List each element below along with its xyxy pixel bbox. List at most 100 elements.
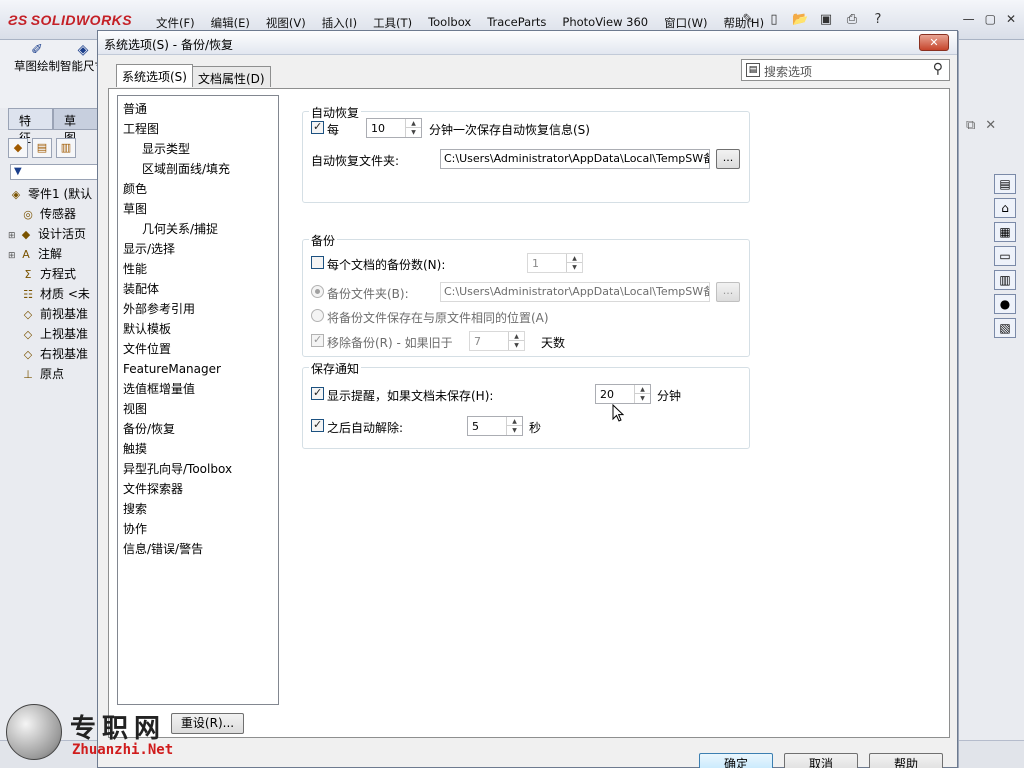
tree-item-equations[interactable]: Σ 方程式	[8, 264, 98, 284]
new-document-icon[interactable]: ▯	[766, 12, 782, 28]
down-icon[interactable]: ▼	[635, 394, 650, 403]
file-explorer-icon[interactable]: ▭	[994, 246, 1016, 266]
save-icon[interactable]: ▣	[818, 12, 834, 28]
search-icon[interactable]: ⚲	[933, 61, 943, 77]
view-palette-icon[interactable]: ▥	[994, 270, 1016, 290]
option-item[interactable]: 选值框增量值	[118, 379, 278, 399]
cancel-button[interactable]: 取消	[784, 753, 858, 768]
close-button[interactable]: ✕	[919, 34, 949, 51]
tree-item-design-binder[interactable]: ⊞ ◆ 设计活页	[8, 224, 98, 244]
stepper-arrows[interactable]: ▲ ▼	[405, 119, 421, 137]
tree-item-part[interactable]: ◈ 零件1 (默认	[8, 184, 98, 204]
tab-sketch[interactable]: 草图	[53, 108, 98, 145]
menu-edit[interactable]: 编辑(E)	[203, 15, 258, 31]
option-item[interactable]: 几何关系/捕捉	[118, 219, 278, 239]
backup-folder-field[interactable]: C:\Users\Administrator\AppData\Local\Tem…	[440, 282, 710, 302]
option-item[interactable]: 视图	[118, 399, 278, 419]
save-reminder-minutes-stepper[interactable]: 20 ▲ ▼	[595, 384, 651, 404]
option-item[interactable]: 搜索	[118, 499, 278, 519]
up-icon[interactable]: ▲	[567, 254, 582, 263]
menu-window[interactable]: 窗口(W)	[656, 15, 715, 31]
tree-item-right-plane[interactable]: ◇ 右视基准	[8, 344, 98, 364]
appearances-icon[interactable]: ●	[994, 294, 1016, 314]
menu-toolbox[interactable]: Toolbox	[420, 15, 479, 31]
tree-item-annotations[interactable]: ⊞ A 注解	[8, 244, 98, 264]
backup-same-location-radio[interactable]	[311, 309, 324, 322]
option-item[interactable]: 文件探索器	[118, 479, 278, 499]
sketch-button[interactable]: ✐ 草图绘制	[14, 42, 60, 73]
help-icon[interactable]: ?	[870, 12, 886, 28]
pin-icon[interactable]: ✎	[740, 12, 756, 28]
configurationmanager-icon[interactable]: ▥	[56, 138, 76, 158]
search-input[interactable]: ▤ 搜索选项 ⚲	[741, 59, 950, 81]
option-item[interactable]: 默认模板	[118, 319, 278, 339]
stepper-arrows[interactable]: ▲ ▼	[508, 332, 524, 350]
tab-features[interactable]: 特征	[8, 108, 53, 145]
autorecover-checkbox[interactable]	[311, 120, 324, 134]
up-icon[interactable]: ▲	[509, 332, 524, 341]
close-icon[interactable]: ✕	[1006, 12, 1016, 26]
tree-item-origin[interactable]: ⊥ 原点	[8, 364, 98, 384]
option-item[interactable]: 工程图	[118, 119, 278, 139]
backup-browse-button[interactable]: ...	[716, 282, 740, 302]
option-item[interactable]: 显示/选择	[118, 239, 278, 259]
save-reminder-checkbox[interactable]	[311, 386, 324, 400]
down-icon[interactable]: ▼	[507, 426, 522, 435]
autorecover-minutes-stepper[interactable]: 10 ▲ ▼	[366, 118, 422, 138]
autorecover-folder-field[interactable]: C:\Users\Administrator\AppData\Local\Tem…	[440, 149, 710, 169]
option-item[interactable]: 异型孔向导/Toolbox	[118, 459, 278, 479]
autorecover-browse-button[interactable]: ...	[716, 149, 740, 169]
close-icon[interactable]: ✕	[985, 118, 996, 133]
backup-copies-stepper[interactable]: 1 ▲ ▼	[527, 253, 583, 273]
auto-dismiss-checkbox[interactable]	[311, 418, 324, 432]
option-item[interactable]: 草图	[118, 199, 278, 219]
tree-item-sensor[interactable]: ◎ 传感器	[8, 204, 98, 224]
up-icon[interactable]: ▲	[507, 417, 522, 426]
menu-view[interactable]: 视图(V)	[258, 15, 314, 31]
down-icon[interactable]: ▼	[567, 263, 582, 272]
option-item[interactable]: 信息/错误/警告	[118, 539, 278, 559]
option-item[interactable]: 协作	[118, 519, 278, 539]
option-item[interactable]: 装配体	[118, 279, 278, 299]
menu-insert[interactable]: 插入(I)	[314, 15, 365, 31]
option-item[interactable]: 性能	[118, 259, 278, 279]
up-icon[interactable]: ▲	[635, 385, 650, 394]
backup-folder-radio[interactable]	[311, 285, 324, 298]
solidworks-resources-icon[interactable]: ▤	[994, 174, 1016, 194]
option-item[interactable]: FeatureManager	[118, 359, 278, 379]
option-item[interactable]: 区域剖面线/填充	[118, 159, 278, 179]
down-icon[interactable]: ▼	[406, 128, 421, 137]
restore-icon[interactable]: ⧉	[966, 118, 975, 133]
option-item[interactable]: 外部参考引用	[118, 299, 278, 319]
design-library-icon[interactable]: ▦	[994, 222, 1016, 242]
minimize-icon[interactable]: —	[963, 12, 975, 26]
featuremanager-icon[interactable]: ◆	[8, 138, 28, 158]
menu-tools[interactable]: 工具(T)	[365, 15, 420, 31]
option-item[interactable]: 触摸	[118, 439, 278, 459]
menu-photoview[interactable]: PhotoView 360	[554, 15, 656, 31]
tab-system-options[interactable]: 系统选项(S)	[116, 64, 193, 87]
up-icon[interactable]: ▲	[406, 119, 421, 128]
auto-dismiss-seconds-stepper[interactable]: 5 ▲ ▼	[467, 416, 523, 436]
option-item[interactable]: 备份/恢复	[118, 419, 278, 439]
restore-icon[interactable]: ▢	[985, 12, 996, 26]
custom-properties-icon[interactable]: ▧	[994, 318, 1016, 338]
stepper-arrows[interactable]: ▲ ▼	[634, 385, 650, 403]
tree-item-front-plane[interactable]: ◇ 前视基准	[8, 304, 98, 324]
tree-item-material[interactable]: ☷ 材质 <未	[8, 284, 98, 304]
open-folder-icon[interactable]: 📂	[792, 12, 808, 28]
down-icon[interactable]: ▼	[509, 341, 524, 350]
propertymanager-icon[interactable]: ▤	[32, 138, 52, 158]
option-item[interactable]: 文件位置	[118, 339, 278, 359]
stepper-arrows[interactable]: ▲ ▼	[506, 417, 522, 435]
menu-traceparts[interactable]: TraceParts	[479, 15, 554, 31]
ok-button[interactable]: 确定	[699, 753, 773, 768]
option-item[interactable]: 颜色	[118, 179, 278, 199]
tree-item-top-plane[interactable]: ◇ 上视基准	[8, 324, 98, 344]
menu-file[interactable]: 文件(F)	[148, 15, 203, 31]
option-item[interactable]: 显示类型	[118, 139, 278, 159]
filter-icon[interactable]: ▼	[10, 164, 98, 180]
backup-copies-checkbox[interactable]	[311, 256, 324, 269]
stepper-arrows[interactable]: ▲ ▼	[566, 254, 582, 272]
tab-document-properties[interactable]: 文档属性(D)	[191, 66, 271, 87]
